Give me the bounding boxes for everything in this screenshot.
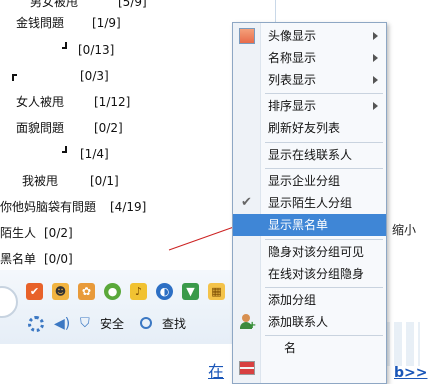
group-name: 你他妈脑袋有問題 <box>0 200 97 214</box>
buddy-group-row[interactable]: [0/3] <box>12 66 109 86</box>
search-button[interactable]: 查找 <box>140 316 188 332</box>
browser-app-icon[interactable]: ◐ <box>156 283 173 300</box>
group-count: [0/3] <box>80 69 109 83</box>
menu-item-label: 头像显示 <box>268 29 317 43</box>
security-button[interactable]: ⛉ 安全 <box>80 316 126 332</box>
music-app-icon[interactable]: ♪ <box>130 283 147 300</box>
search-label: 查找 <box>162 317 187 331</box>
menu-item-refresh-list[interactable]: 刷新好友列表 <box>233 117 386 139</box>
list-color-icon <box>239 361 255 375</box>
context-menu: 头像显示 名称显示 列表显示 排序显示 刷新好友列表 显示在线联系人 显示企业分… <box>232 22 387 384</box>
menu-item-label: 排序显示 <box>268 99 317 113</box>
submenu-arrow-icon <box>373 32 378 40</box>
grid-app-icon[interactable]: ▦ <box>208 283 225 300</box>
group-name: 金钱問題 <box>16 16 65 30</box>
group-count: [1/9] <box>92 16 121 30</box>
group-count: [1/12] <box>94 95 131 109</box>
check-app-icon[interactable]: ✔ <box>26 283 43 300</box>
buddy-group-row[interactable]: 陌生人 [0/2] <box>0 223 73 243</box>
buddy-group-row[interactable]: 女人被甩 [1/12] <box>16 92 130 112</box>
group-name: 我被甩 <box>22 174 59 188</box>
buddy-group-row[interactable]: 面貌問題 [0/2] <box>16 118 123 138</box>
menu-separator <box>265 168 383 169</box>
security-label: 安全 <box>100 317 125 331</box>
menu-item-name-display[interactable]: 名称显示 <box>233 47 386 69</box>
buddy-group-row[interactable]: 你他妈脑袋有問題 [4/19] <box>0 197 146 217</box>
group-marker-icon <box>12 74 17 81</box>
group-count: [0/0] <box>44 252 73 266</box>
submenu-arrow-icon <box>373 76 378 84</box>
menu-item-label: 名称显示 <box>268 51 317 65</box>
group-name: 黑名单 <box>0 252 37 266</box>
group-count: [0/2] <box>94 121 123 135</box>
buddy-group-row[interactable]: 金钱問題 [1/9] <box>16 13 121 33</box>
menu-item-online-hidden[interactable]: 在线对该分组隐身 <box>233 263 386 285</box>
menu-item-label: 列表显示 <box>268 73 317 87</box>
menu-separator <box>265 93 383 94</box>
menu-item-list-display[interactable]: 列表显示 <box>233 69 386 91</box>
menu-item-invisible-visible[interactable]: 隐身对该分组可见 <box>233 241 386 263</box>
menu-item-show-enterprise-group[interactable]: 显示企业分组 <box>233 170 386 192</box>
submenu-arrow-icon <box>373 102 378 110</box>
buddy-group-row[interactable]: [1/4] <box>62 144 122 164</box>
background-link-right[interactable]: b>> <box>394 364 427 382</box>
menu-item-label: 显示黑名单 <box>268 218 329 232</box>
menu-item-show-stranger-group[interactable]: ✔ 显示陌生人分组 <box>233 192 386 214</box>
menu-item-label: 添加分组 <box>268 293 317 307</box>
menu-item-avatar-display[interactable]: 头像显示 <box>233 25 386 47</box>
menu-item-label: 显示在线联系人 <box>268 148 353 162</box>
menu-separator <box>265 335 383 336</box>
group-count: [0/1] <box>90 174 119 188</box>
menu-item-label: 添加联系人 <box>268 315 329 329</box>
menu-separator <box>265 239 383 240</box>
shield-app-icon[interactable]: ▼ <box>182 283 199 300</box>
group-name: 陌生人 <box>0 226 37 240</box>
buddy-group-row[interactable]: 我被甩 [0/1] <box>22 171 119 191</box>
menu-item-label: 刷新好友列表 <box>268 121 341 135</box>
menu-item-partial[interactable]: 名 <box>233 337 386 359</box>
group-name: 面貌問題 <box>16 121 65 135</box>
search-icon <box>140 317 152 329</box>
menu-item-show-online[interactable]: 显示在线联系人 <box>233 144 386 166</box>
shield-icon: ⛉ <box>80 316 90 331</box>
group-name: 男女被甩 <box>30 0 79 9</box>
group-count: [0/2] <box>44 226 73 240</box>
buddy-group-row[interactable]: 男女被甩 [5/9] <box>30 0 147 12</box>
group-count: [4/19] <box>110 200 147 214</box>
menu-item-add-group[interactable]: 添加分组 <box>233 289 386 311</box>
gear-icon[interactable] <box>28 316 44 332</box>
add-contact-icon: + <box>239 314 256 331</box>
speaker-icon[interactable]: ◀) <box>54 316 70 332</box>
menu-item-label: 显示企业分组 <box>268 174 341 188</box>
menu-item-label: 显示陌生人分组 <box>268 196 353 210</box>
group-count: [5/9] <box>118 0 147 9</box>
group-marker-icon <box>62 42 67 49</box>
buddy-group-row[interactable]: 黑名单 [0/0] <box>0 249 73 269</box>
submenu-arrow-icon <box>373 54 378 62</box>
checkmark-icon: ✔ <box>241 195 252 210</box>
menu-item-sort-display[interactable]: 排序显示 <box>233 95 386 117</box>
group-count: [0/13] <box>78 43 115 57</box>
menu-item-label: 名 <box>284 341 297 355</box>
menu-separator <box>265 142 383 143</box>
group-count: [1/4] <box>80 147 109 161</box>
group-name: 女人被甩 <box>16 95 65 109</box>
avatar-display-icon <box>239 28 255 44</box>
menu-separator <box>265 287 383 288</box>
background-link-left[interactable]: 在 <box>208 362 224 382</box>
user-app-icon[interactable]: ☻ <box>52 283 69 300</box>
buddy-group-row[interactable]: [0/13] <box>62 40 122 60</box>
menu-item-label: 隐身对该分组可见 <box>268 245 365 259</box>
avatar-circle-icon <box>0 286 18 318</box>
background-side-text: 缩小 <box>392 223 417 237</box>
group-marker-icon <box>62 146 67 153</box>
ball-app-icon[interactable]: ● <box>104 283 121 300</box>
menu-item-show-blacklist[interactable]: 显示黑名单 <box>233 214 386 236</box>
pet-app-icon[interactable]: ✿ <box>78 283 95 300</box>
menu-item-add-contact[interactable]: + 添加联系人 <box>233 311 386 333</box>
menu-item-label: 在线对该分组隐身 <box>268 267 365 281</box>
